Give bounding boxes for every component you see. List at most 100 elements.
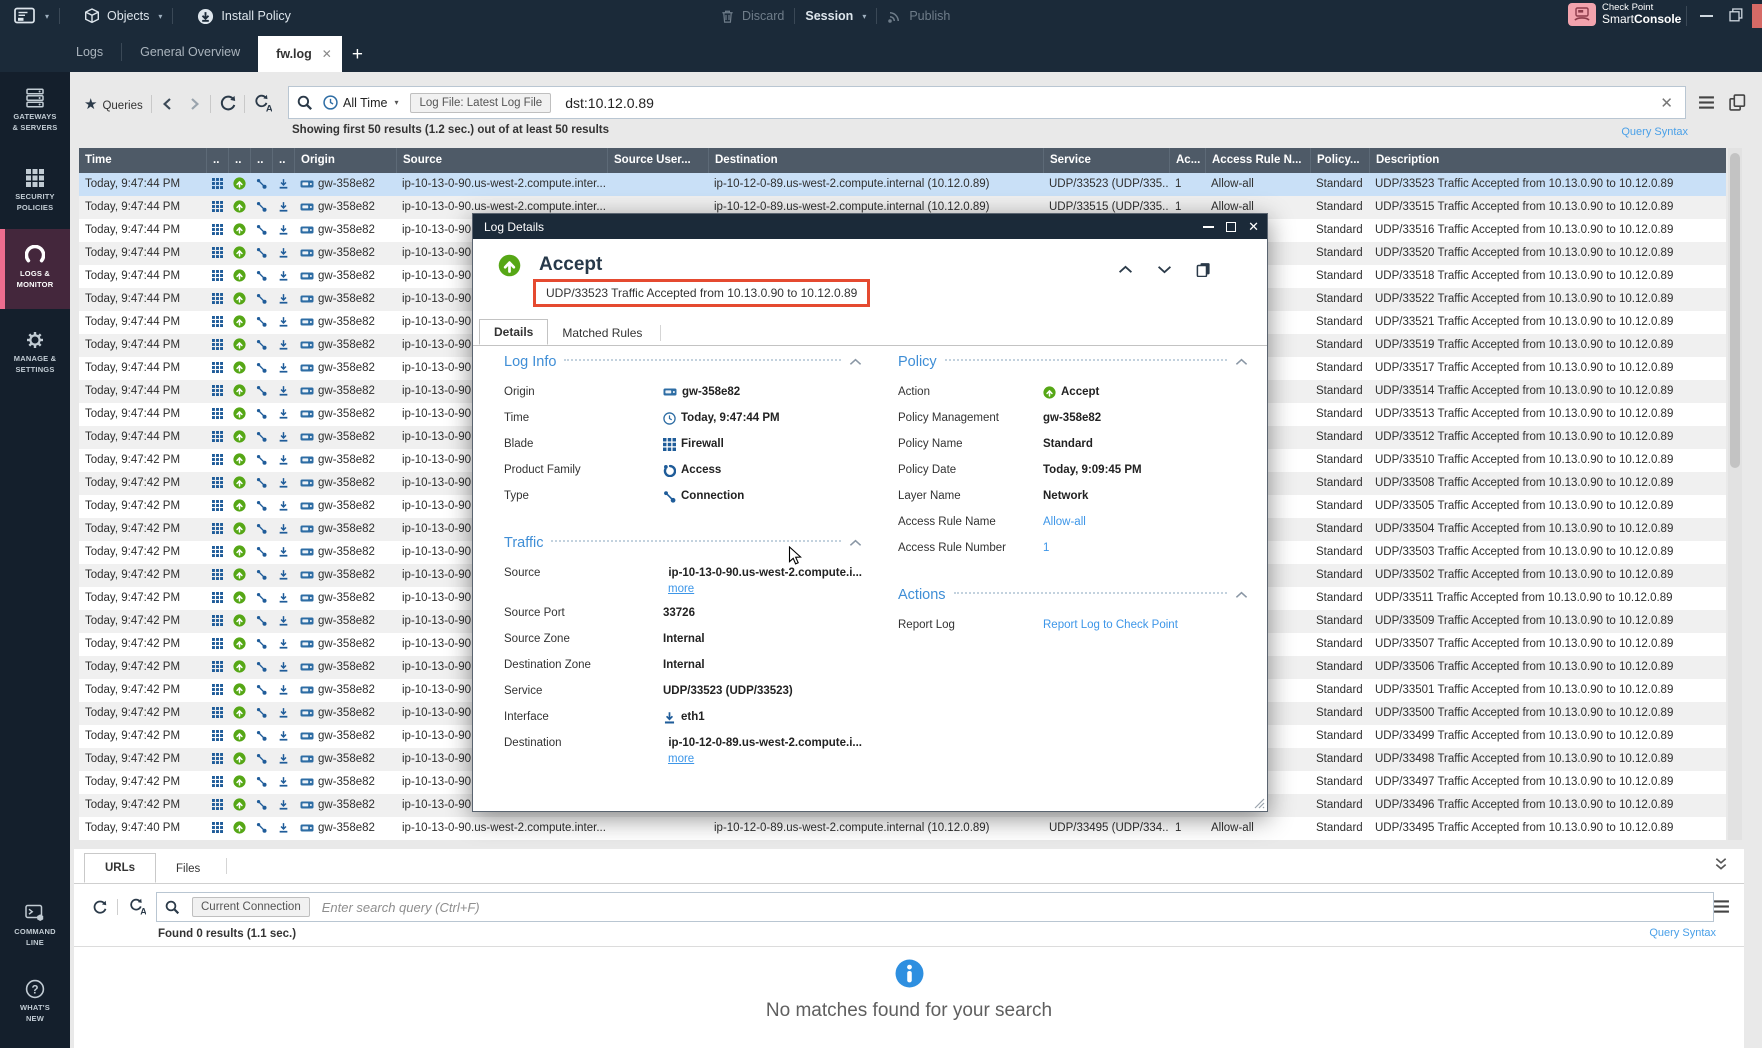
- document-tab-logs[interactable]: Logs: [58, 32, 121, 72]
- column-header[interactable]: Access Rule N...: [1205, 148, 1310, 173]
- down-icon: [278, 293, 289, 304]
- publish-button[interactable]: Publish: [887, 9, 950, 24]
- dialog-section-policy: PolicyActionAcceptPolicy Managementgw-35…: [898, 354, 1248, 561]
- sidebar-item-security-policies[interactable]: SECURITYPOLICIES: [0, 164, 70, 228]
- objects-menu-button[interactable]: Objects ▾: [84, 8, 162, 24]
- discard-button[interactable]: Discard: [720, 9, 784, 24]
- query-text[interactable]: dst:10.12.0.89: [565, 95, 1656, 111]
- cell-blade-icon: [206, 449, 228, 472]
- next-log-button[interactable]: [1157, 265, 1172, 274]
- sidebar-item-whats-new[interactable]: WHAT'SNEW: [0, 975, 70, 1039]
- cell-type-icon: [250, 817, 272, 840]
- minimize-button[interactable]: [1700, 15, 1713, 17]
- field-label: Policy Name: [898, 438, 1043, 450]
- tab-urls[interactable]: URLs: [84, 853, 156, 883]
- column-header[interactable]: Ac...: [1169, 148, 1205, 173]
- resize-grip[interactable]: [1253, 797, 1265, 809]
- document-tab-general-overview[interactable]: General Overview: [122, 32, 258, 72]
- previous-log-button[interactable]: [1118, 265, 1133, 274]
- blade-icon: [212, 684, 223, 695]
- sidebar-item-command-line[interactable]: COMMANDLINE: [0, 899, 70, 963]
- panel-search-bar[interactable]: Current Connection: [156, 892, 1714, 922]
- dialog-close-button[interactable]: ✕: [1248, 219, 1259, 235]
- column-header[interactable]: Time: [79, 148, 206, 173]
- cell-blade-icon: [206, 771, 228, 794]
- column-header[interactable]: ..: [206, 148, 228, 173]
- column-header[interactable]: ..: [228, 148, 250, 173]
- dialog-maximize-button[interactable]: [1226, 222, 1236, 232]
- collapse-section-icon[interactable]: [849, 539, 862, 547]
- tab-details[interactable]: Details: [479, 319, 548, 345]
- field-value[interactable]: Report Log to Check Point: [1043, 619, 1248, 631]
- field-value[interactable]: Allow-all: [1043, 516, 1248, 528]
- time-filter-dropdown[interactable]: All Time ▾: [323, 95, 398, 110]
- scrollbar-thumb[interactable]: [1730, 153, 1740, 468]
- collapse-section-icon[interactable]: [1235, 591, 1248, 599]
- cell-action-icon: [228, 541, 250, 564]
- log-query-bar[interactable]: All Time ▾ Log File: Latest Log File dst…: [288, 86, 1686, 119]
- card-view-button[interactable]: [1729, 94, 1746, 111]
- log-file-chip[interactable]: Log File: Latest Log File: [410, 93, 551, 113]
- dialog-minimize-button[interactable]: [1203, 226, 1214, 228]
- cell-description: UDP/33518 Traffic Accepted from 10.13.0.…: [1369, 265, 1726, 288]
- sidebar-item-manage-settings[interactable]: MANAGE &SETTINGS: [0, 326, 70, 392]
- forward-button[interactable]: [188, 97, 202, 111]
- document-tab-fw-log[interactable]: fw.log✕: [258, 36, 342, 72]
- auto-refresh-button[interactable]: [253, 94, 272, 113]
- current-connection-chip[interactable]: Current Connection: [192, 897, 310, 917]
- more-link[interactable]: more: [504, 583, 862, 595]
- dialog-title-bar[interactable]: Log Details ✕: [473, 214, 1267, 239]
- column-header[interactable]: ..: [272, 148, 294, 173]
- refresh-button[interactable]: [92, 900, 107, 915]
- log-table-header[interactable]: Time........OriginSourceSource User...De…: [79, 148, 1726, 173]
- conn-icon: [256, 500, 267, 511]
- restore-button[interactable]: [1729, 8, 1743, 22]
- panel-options-button[interactable]: [1713, 899, 1730, 914]
- query-syntax-link[interactable]: Query Syntax: [1560, 126, 1688, 138]
- field-value[interactable]: 1: [1043, 542, 1248, 554]
- column-header[interactable]: Description: [1369, 148, 1726, 173]
- tab-matched-rules[interactable]: Matched Rules: [548, 321, 656, 345]
- cell-description: UDP/33498 Traffic Accepted from 10.13.0.…: [1369, 748, 1726, 771]
- sidebar-item-logs-monitor[interactable]: LOGS &MONITOR: [0, 229, 70, 309]
- column-header[interactable]: Service: [1043, 148, 1169, 173]
- column-header[interactable]: Policy...: [1310, 148, 1369, 173]
- sidebar-item-label: GATEWAYS& SERVERS: [0, 112, 70, 134]
- column-header[interactable]: Source: [396, 148, 607, 173]
- table-row[interactable]: Today, 9:47:44 PMgw-358e82ip-10-13-0-90.…: [79, 173, 1726, 196]
- copy-icon[interactable]: [1196, 262, 1211, 277]
- column-header[interactable]: ..: [250, 148, 272, 173]
- column-header[interactable]: Destination: [708, 148, 1043, 173]
- cell-type-icon: [250, 242, 272, 265]
- collapse-section-icon[interactable]: [849, 358, 862, 366]
- queries-button[interactable]: ★Queries: [84, 95, 143, 113]
- app-menu-button[interactable]: ▾: [14, 7, 49, 25]
- auto-refresh-button[interactable]: [128, 898, 146, 916]
- accept-icon: [233, 407, 246, 420]
- clock-icon: [323, 95, 338, 110]
- table-scrollbar[interactable]: [1728, 148, 1742, 840]
- column-header[interactable]: Source User...: [607, 148, 708, 173]
- query-syntax-link[interactable]: Query Syntax: [1649, 927, 1716, 939]
- new-tab-button[interactable]: +: [352, 44, 363, 66]
- refresh-button[interactable]: [219, 95, 236, 112]
- blade-icon: [212, 707, 223, 718]
- close-button[interactable]: [1752, 4, 1762, 28]
- install-policy-button[interactable]: Install Policy: [197, 8, 290, 25]
- session-menu-button[interactable]: Session ▾: [805, 9, 866, 23]
- cell-type-icon: [250, 702, 272, 725]
- column-header[interactable]: Origin: [294, 148, 396, 173]
- collapse-panel-button[interactable]: [1714, 857, 1728, 871]
- table-row[interactable]: Today, 9:47:40 PMgw-358e82ip-10-13-0-90.…: [79, 817, 1726, 840]
- cell-description: UDP/33501 Traffic Accepted from 10.13.0.…: [1369, 679, 1726, 702]
- more-link[interactable]: more: [504, 753, 862, 765]
- down-icon: [278, 592, 289, 603]
- clear-query-button[interactable]: ✕: [1656, 94, 1677, 112]
- back-button[interactable]: [160, 97, 174, 111]
- close-icon[interactable]: ✕: [322, 47, 332, 61]
- sidebar-item-gateways-servers[interactable]: GATEWAYS& SERVERS: [0, 84, 70, 148]
- tab-files[interactable]: Files: [156, 855, 220, 883]
- collapse-section-icon[interactable]: [1235, 358, 1248, 366]
- table-options-button[interactable]: [1698, 95, 1715, 110]
- panel-search-input[interactable]: [322, 900, 1705, 915]
